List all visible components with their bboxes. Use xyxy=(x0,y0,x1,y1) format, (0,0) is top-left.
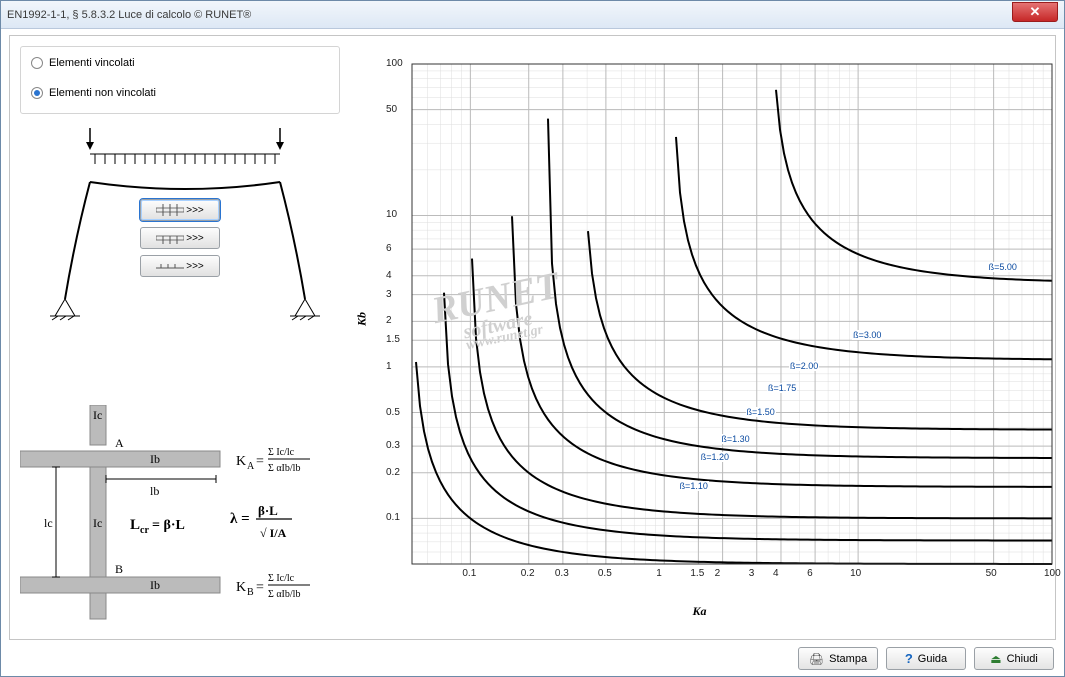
curve-label: ß=2.00 xyxy=(789,361,819,371)
curve-label: ß=1.50 xyxy=(746,407,776,417)
radio-label-constrained: Elementi vincolati xyxy=(49,57,135,69)
left-column: Elementi vincolati Elementi non vincolat… xyxy=(20,46,340,629)
y-tick: 6 xyxy=(386,243,392,254)
x-tick: 3 xyxy=(749,568,755,579)
help-icon xyxy=(905,651,913,666)
radio-constrained[interactable]: Elementi vincolati xyxy=(31,57,329,69)
curve-label: ß=5.00 xyxy=(988,262,1018,272)
label-A: A xyxy=(115,436,124,450)
help-label: Guida xyxy=(918,653,947,665)
titlebar: EN1992-1-1, § 5.8.3.2 Luce di calcolo © … xyxy=(1,1,1064,29)
svg-text:β·L: β·L xyxy=(258,503,278,518)
svg-text:λ =: λ = xyxy=(230,511,250,527)
model-button-2[interactable]: >>> xyxy=(140,227,220,249)
x-tick: 0.2 xyxy=(521,568,535,579)
svg-text:cr: cr xyxy=(140,525,149,536)
label-Ib: Ib xyxy=(150,452,160,466)
x-tick: 1.5 xyxy=(690,568,704,579)
chart-area: RUNET software www.runet.gr Kb 0.10.20.3… xyxy=(354,46,1045,629)
svg-text:Σ Ic/lc: Σ Ic/lc xyxy=(268,447,295,458)
window-close-button[interactable]: ✕ xyxy=(1012,2,1058,22)
element-type-group: Elementi vincolati Elementi non vincolat… xyxy=(20,46,340,114)
radio-icon xyxy=(31,57,43,69)
label-lc: lc xyxy=(44,516,53,530)
x-tick: 10 xyxy=(850,568,861,579)
y-tick: 0.2 xyxy=(386,467,400,478)
svg-text:= β·L: = β·L xyxy=(152,518,185,533)
formula-KA: K xyxy=(236,454,246,469)
x-tick: 0.3 xyxy=(555,568,569,579)
x-tick: 0.1 xyxy=(462,568,476,579)
bottom-button-bar: Stampa Guida Chiudi xyxy=(798,647,1054,670)
window-title: EN1992-1-1, § 5.8.3.2 Luce di calcolo © … xyxy=(7,9,251,21)
svg-text:A: A xyxy=(247,461,255,472)
radio-unconstrained[interactable]: Elementi non vincolati xyxy=(31,87,329,99)
formula-KB: K xyxy=(236,580,246,595)
model-button-1[interactable]: >>> xyxy=(140,199,220,221)
help-button[interactable]: Guida xyxy=(886,647,966,670)
curve-label: ß=1.10 xyxy=(679,481,709,491)
y-tick: 1 xyxy=(386,361,392,372)
y-axis-label: Kb xyxy=(355,312,370,326)
printer-icon xyxy=(809,652,824,666)
content-pane: Elementi vincolati Elementi non vincolat… xyxy=(9,35,1056,640)
y-tick: 0.1 xyxy=(386,512,400,523)
app-window: EN1992-1-1, § 5.8.3.2 Luce di calcolo © … xyxy=(0,0,1065,677)
svg-text:B: B xyxy=(247,587,254,598)
beam-icon xyxy=(156,232,184,244)
print-button[interactable]: Stampa xyxy=(798,647,878,670)
x-tick: 2 xyxy=(715,568,721,579)
y-tick: 4 xyxy=(386,270,392,281)
model-button-arrows: >>> xyxy=(186,205,204,216)
y-tick: 3 xyxy=(386,289,392,300)
curve-label: ß=3.00 xyxy=(852,330,882,340)
curve-label: ß=1.20 xyxy=(700,452,730,462)
x-axis-label: Ka xyxy=(692,604,706,619)
model-button-arrows: >>> xyxy=(186,233,204,244)
model-button-arrows: >>> xyxy=(186,261,204,272)
y-tick: 100 xyxy=(386,58,403,69)
close-button[interactable]: Chiudi xyxy=(974,647,1054,670)
model-button-group: >>> >>> >>> xyxy=(20,199,340,277)
svg-text:Σ αIb/lb: Σ αIb/lb xyxy=(268,589,300,600)
formula-sketch: Ic A Ib lb lc Ic B Ib K A = Σ Ic/lc Σ αI… xyxy=(20,405,340,629)
structure-diagram: >>> >>> >>> xyxy=(20,124,340,629)
label-Ic2: Ic xyxy=(93,516,102,530)
print-label: Stampa xyxy=(829,653,867,665)
x-tick: 50 xyxy=(986,568,997,579)
svg-text:Σ αIb/lb: Σ αIb/lb xyxy=(268,463,300,474)
y-tick: 2 xyxy=(386,315,392,326)
curve-label: ß=1.75 xyxy=(767,383,797,393)
x-tick: 6 xyxy=(807,568,813,579)
y-tick: 50 xyxy=(386,104,397,115)
model-button-3[interactable]: >>> xyxy=(140,255,220,277)
x-tick: 100 xyxy=(1044,568,1061,579)
svg-text:=: = xyxy=(256,454,264,469)
y-tick: 1.5 xyxy=(386,334,400,345)
curve-label: ß=1.30 xyxy=(720,434,750,444)
label-B: B xyxy=(115,562,123,576)
svg-text:=: = xyxy=(256,580,264,595)
svg-text:√ I/A: √ I/A xyxy=(260,526,287,540)
label-lb: lb xyxy=(150,484,159,498)
y-tick: 0.3 xyxy=(386,440,400,451)
beam-icon xyxy=(156,260,184,272)
x-tick: 0.5 xyxy=(598,568,612,579)
nomogram-chart xyxy=(382,46,1062,606)
close-label: Chiudi xyxy=(1007,653,1038,665)
x-tick: 1 xyxy=(656,568,662,579)
label-Ib2: Ib xyxy=(150,578,160,592)
formula-Lcr: L xyxy=(130,517,140,533)
label-Ic: Ic xyxy=(93,408,102,422)
radio-icon xyxy=(31,87,43,99)
radio-label-unconstrained: Elementi non vincolati xyxy=(49,87,156,99)
svg-text:Σ Ic/lc: Σ Ic/lc xyxy=(268,573,295,584)
beam-icon xyxy=(156,204,184,216)
y-tick: 0.5 xyxy=(386,407,400,418)
exit-icon xyxy=(990,652,1001,666)
x-tick: 4 xyxy=(773,568,779,579)
y-tick: 10 xyxy=(386,209,397,220)
